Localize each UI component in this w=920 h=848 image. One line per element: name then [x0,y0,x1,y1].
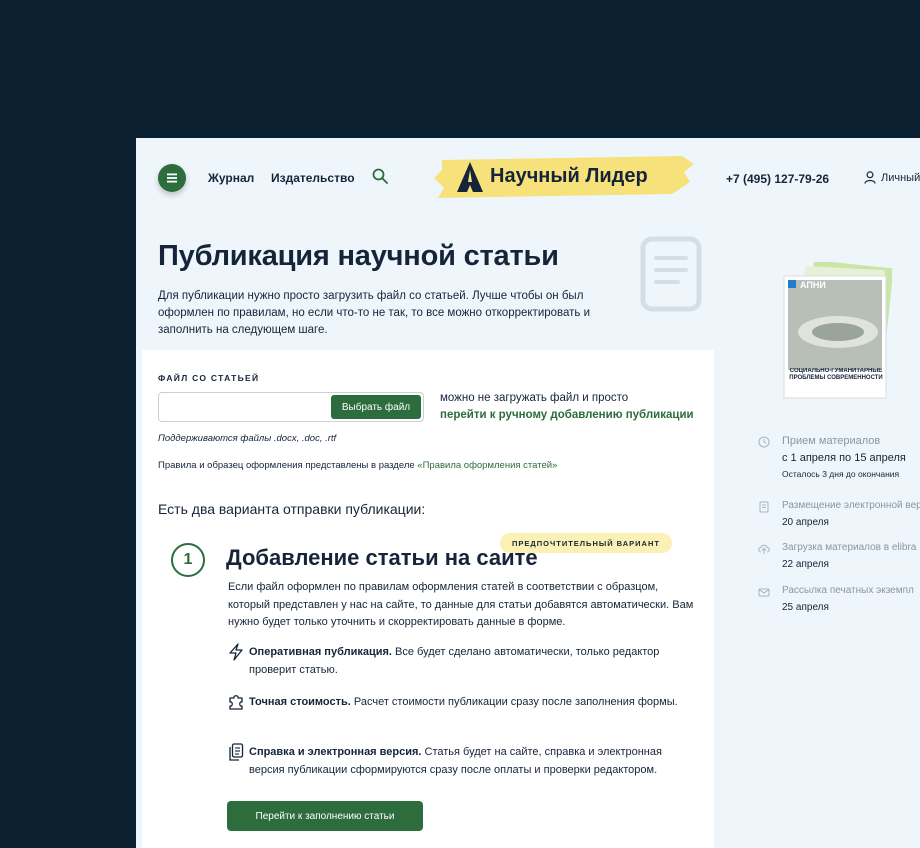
account-label: Личный [881,171,920,184]
timeline-title: Рассылка печатных экземпл [782,585,914,596]
documents-icon [229,743,244,761]
feature-title: Точная стоимость. [249,696,351,708]
timeline-title: Загрузка материалов в elibra [782,542,917,553]
timeline-date: 25 апреля [782,602,829,613]
page-title: Публикация научной статьи [158,240,559,272]
logo[interactable]: Научный Лидер [432,152,694,200]
logo-mark-icon [457,162,483,192]
book-brand: АПНИ [800,280,826,290]
variants-title: Есть два варианта отправки публикации: [158,501,426,517]
feature-text: Расчет стоимости публикации сразу после … [350,696,678,708]
file-input[interactable]: Выбрать файл [158,392,424,422]
option-number: 1 [171,543,205,577]
alt-text: можно не загружать файл и просто [440,392,629,404]
supported-formats: Поддерживаются файлы .docx, .doc, .rtf [158,433,337,444]
file-section-label: ФАЙЛ СО СТАТЬЕЙ [158,373,260,383]
document-decoration-icon [640,236,702,312]
nav-journal[interactable]: Журнал [208,171,254,185]
timeline-note: Осталось 3 дня до окончания [782,469,900,479]
phone-number[interactable]: +7 (495) 127-79-26 [726,172,829,186]
feature-title: Справка и электронная версия. [249,746,422,758]
manual-add-link[interactable]: перейти к ручному добавлению публикации [440,409,694,421]
timeline-date: с 1 апреля по 15 апреля [782,452,906,464]
book-title: СОЦИАЛЬНО-ГУМАНИТАРНЫЕ ПРОБЛЕМЫ СОВРЕМЕН… [789,368,883,381]
timeline-date: 22 апреля [782,559,829,570]
option-title: Добавление статьи на сайте [226,545,538,570]
user-icon [864,171,876,184]
page: Журнал Издательство Научный Лидер +7 (49… [136,138,920,848]
upload-icon [758,544,770,554]
timeline-date: 20 апреля [782,517,829,528]
preferred-badge: ПРЕДПОЧТИТЕЛЬНЫЙ ВАРИАНТ [500,533,672,553]
journal-cover[interactable]: АПНИ СОЦИАЛЬНО-ГУМАНИТАРНЫЕ ПРОБЛЕМЫ СОВ… [782,260,894,402]
document-icon [759,501,769,513]
fill-article-button[interactable]: Перейти к заполнению статьи [227,801,423,831]
menu-button[interactable] [158,164,186,192]
search-icon[interactable] [372,168,388,184]
intro-text: Для публикации нужно просто загрузить фа… [158,290,591,336]
logo-text: Научный Лидер [490,165,648,187]
rules-text: Правила и образец оформления представлен… [158,460,557,471]
option-description: Если файл оформлен по правилам оформлени… [228,581,694,628]
mail-icon [758,588,770,597]
upload-card: ФАЙЛ СО СТАТЬЕЙ Выбрать файл можно не за… [142,350,714,848]
feature-title: Оперативная публикация. [249,646,392,658]
clock-icon [758,436,770,448]
puzzle-icon [229,695,243,710]
timeline-title: Размещение электронной вер [782,500,920,511]
rules-prefix: Правила и образец оформления представлен… [158,460,418,471]
nav-publishing[interactable]: Издательство [271,171,355,185]
choose-file-button[interactable]: Выбрать файл [331,395,421,419]
journal-cover-image: АПНИ СОЦИАЛЬНО-ГУМАНИТАРНЫЕ ПРОБЛЕМЫ СОВ… [783,260,894,399]
timeline-title: Прием материалов [782,435,881,447]
account-link[interactable]: Личный [864,171,920,184]
hamburger-icon [167,173,177,183]
rules-link[interactable]: «Правила оформления статей» [417,460,557,471]
lightning-icon [229,643,243,661]
